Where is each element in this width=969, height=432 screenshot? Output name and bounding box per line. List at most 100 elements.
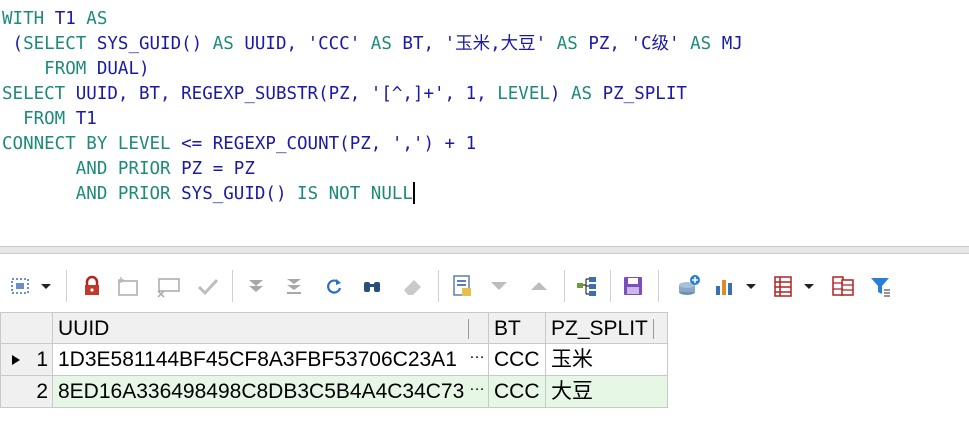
delete-record-icon[interactable] [152,268,184,304]
table-cell[interactable]: 玉米 [546,344,668,376]
row-number: 1 [36,348,48,371]
pz-split-value: 玉米 [551,348,593,371]
code-token: MJ [721,34,743,54]
code-token: '玉米,大豆' [444,34,557,54]
bt-value: CCC [494,380,540,403]
save-icon[interactable] [618,268,648,304]
code-token: SELECT [2,84,76,104]
grid-corner-header[interactable] [0,312,53,344]
export-icon[interactable] [674,268,704,304]
code-token: CONNECT BY LEVEL [2,134,182,154]
cell-ellipsis-button[interactable]: … [469,344,485,369]
insert-record-icon[interactable] [114,268,144,304]
clear-icon[interactable] [398,268,428,304]
toolbar-separator [232,270,233,302]
code-token: ',' [391,134,424,154]
table-cell[interactable]: CCC [489,376,546,408]
grid-dropdown-icon[interactable] [800,268,818,304]
find-icon[interactable] [358,268,386,304]
code-token: T1 [75,109,97,129]
dropdown-arrow-icon[interactable] [36,268,56,304]
row-header[interactable]: 2 [0,376,53,408]
column-header-bt[interactable]: BT [489,312,546,344]
refresh-icon[interactable] [320,268,348,304]
row-header[interactable]: 1 [0,344,53,376]
current-row-indicator-icon [12,355,20,365]
columns-icon[interactable] [828,268,858,304]
toolbar-separator [658,270,659,302]
lock-icon[interactable] [78,268,106,304]
code-line: SELECT UUID, BT, REGEXP_SUBSTR(PZ, '[^,]… [2,82,687,107]
single-record-view-icon[interactable] [448,268,476,304]
code-token: <= REGEXP_COUNT(PZ, [181,134,392,154]
code-token: AND PRIOR [75,184,182,204]
code-token: 'CCC' [307,34,371,54]
code-line: FROM DUAL) [2,57,150,82]
code-token: ) + 1 [423,134,477,154]
column-resize-handle[interactable] [653,319,654,339]
code-token: UUID, [244,34,308,54]
toolbar-separator [66,270,67,302]
fetch-last-page-icon[interactable] [280,268,308,304]
select-all-icon[interactable] [6,268,34,304]
filter-down-icon[interactable] [484,268,514,304]
code-token: AS [86,9,108,29]
cell-ellipsis-button[interactable]: … [469,376,485,401]
code-token: , 1, [444,84,498,104]
code-token: AS [212,34,245,54]
table-cell[interactable]: 1D3E581144BF45CF8A3FBF53706C23A1 … [53,344,489,376]
pz-split-value: 大豆 [551,380,593,403]
code-token: SYS_GUID() [181,184,298,204]
code-token: UUID, BT, REGEXP_SUBSTR(PZ, [75,84,371,104]
code-line: AND PRIOR SYS_GUID() IS NOT NULL [2,182,415,207]
fetch-next-page-icon[interactable] [242,268,270,304]
code-line: CONNECT BY LEVEL <= REGEXP_COUNT(PZ, ','… [2,132,476,157]
column-header-pz-split[interactable]: PZ_SPLIT [546,312,668,344]
code-token: ( [2,34,24,54]
code-token: WITH [2,9,55,29]
code-line: FROM T1 [2,107,97,132]
code-token: AS [690,34,722,54]
code-token: DUAL) [96,59,150,79]
bt-value: CCC [494,348,540,371]
chart-dropdown-icon[interactable] [742,268,760,304]
grid-toolbar [0,258,969,312]
code-token: SELECT [23,34,97,54]
code-line: WITH T1 AS [2,7,107,32]
code-token: BT, [402,34,445,54]
code-token: PZ = PZ [181,159,255,179]
filter-up-icon[interactable] [524,268,554,304]
code-token: AS [556,34,589,54]
code-token: IS NOT NULL [297,184,413,204]
post-edit-icon[interactable] [194,268,222,304]
toolbar-separator [564,270,565,302]
table-cell[interactable]: CCC [489,344,546,376]
pane-splitter[interactable] [0,246,969,254]
table-cell[interactable]: 8ED16A336498498C8DB3C5B4A4C34C73 … [53,376,489,408]
column-header-uuid[interactable]: UUID [53,312,489,344]
sql-editor[interactable]: WITH T1 AS (SELECT SYS_GUID() AS UUID, '… [0,0,969,246]
query-by-example-icon[interactable] [572,268,602,304]
code-token: FROM [44,59,97,79]
column-resize-handle[interactable] [468,319,469,339]
filter-icon[interactable] [866,268,896,304]
toolbar-separator [438,270,439,302]
column-header-label: PZ_SPLIT [551,317,648,340]
code-token: LEVEL [497,84,550,104]
text-cursor [412,182,415,204]
grid-icon[interactable] [768,268,798,304]
code-token: 'C级' [630,34,691,54]
uuid-value: 8ED16A336498498C8DB3C5B4A4C34C73 [58,380,465,403]
code-line: (SELECT SYS_GUID() AS UUID, 'CCC' AS BT,… [2,32,743,57]
code-token: AS [571,84,603,104]
code-token: PZ, [588,34,631,54]
code-token: AND PRIOR [75,159,182,179]
code-token: T1 [54,9,87,29]
code-token: SYS_GUID() [96,34,213,54]
chart-icon[interactable] [710,268,740,304]
table-cell[interactable]: 大豆 [546,376,668,408]
